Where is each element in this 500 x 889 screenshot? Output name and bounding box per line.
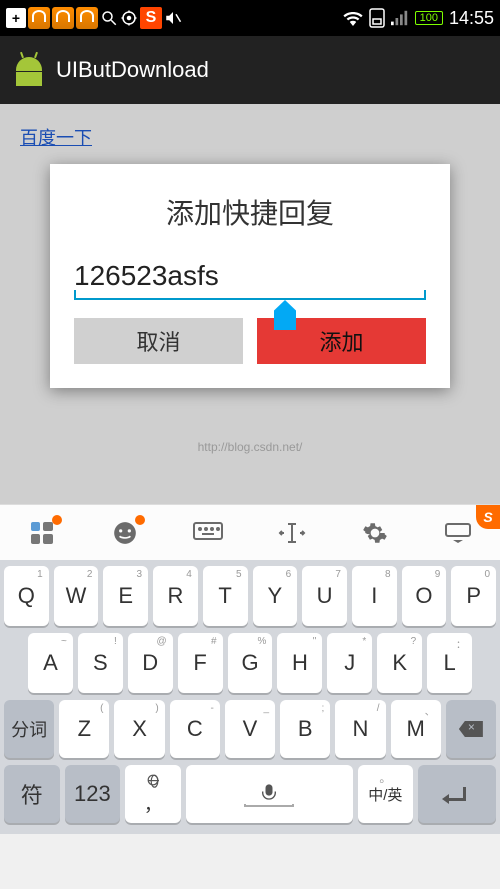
key-s[interactable]: !S [78,633,123,693]
sim-icon [369,8,385,28]
key-c[interactable]: -C [170,700,220,758]
key-e[interactable]: 3E [103,566,148,626]
key-comma[interactable]: ， [125,765,181,823]
app-icon [14,55,44,85]
battery-indicator: 100 [415,11,443,25]
content-area: 百度一下 http://blog.csdn.net/ 添加快捷回复 取消 添加 [0,104,500,504]
key-numbers[interactable]: 123 [65,765,121,823]
key-t[interactable]: 5T [203,566,248,626]
key-d[interactable]: @D [128,633,173,693]
key-g[interactable]: %G [228,633,273,693]
mute-icon [164,9,182,27]
key-a[interactable]: ~A [28,633,73,693]
ime-apps-icon[interactable] [26,517,58,549]
search-icon [100,9,118,27]
status-right-icons: 100 14:55 [343,8,494,29]
key-j[interactable]: *J [327,633,372,693]
key-z[interactable]: (Z [59,700,109,758]
key-u[interactable]: 7U [302,566,347,626]
key-h[interactable]: "H [277,633,322,693]
key-x[interactable]: )X [114,700,164,758]
dialog: 添加快捷回复 取消 添加 [50,164,450,388]
clock: 14:55 [449,8,494,29]
uc-browser-icon [28,7,50,29]
uc-browser-icon [76,7,98,29]
ime-settings-icon[interactable] [359,517,391,549]
key-p[interactable]: 0P [451,566,496,626]
input-wrapper [74,260,426,300]
sogou-badge-icon[interactable]: S [476,505,500,529]
ime-toolbar: S [0,504,500,560]
key-l[interactable]: ：L [427,633,472,693]
key-symbols[interactable]: 符 [4,765,60,823]
key-lang-switch[interactable]: 。中/英 [358,765,414,823]
ime-hide-icon[interactable] [442,517,474,549]
status-bar: + S 100 14:55 [0,0,500,36]
wifi-icon [343,10,363,26]
key-n[interactable]: /N [335,700,385,758]
cancel-button[interactable]: 取消 [74,318,243,364]
dialog-title: 添加快捷回复 [74,192,426,232]
key-r[interactable]: 4R [153,566,198,626]
key-space[interactable] [186,765,353,823]
ime-emoji-icon[interactable] [109,517,141,549]
text-cursor-handle[interactable] [274,300,296,330]
key-enter[interactable] [418,765,496,823]
key-分词[interactable]: 分词 [4,700,54,758]
plus-icon: + [6,8,26,28]
key-v[interactable]: _V [225,700,275,758]
watermark: http://blog.csdn.net/ [0,440,500,454]
ime-keyboard-icon[interactable] [192,517,224,549]
action-bar: UIButDownload [0,36,500,104]
key-backspace[interactable] [446,700,496,758]
key-y[interactable]: 6Y [253,566,298,626]
signal-icon [391,10,409,26]
sogou-icon: S [140,7,162,29]
key-i[interactable]: 8I [352,566,397,626]
uc-browser-icon [52,7,74,29]
quick-reply-input[interactable] [74,260,426,292]
baidu-link[interactable]: 百度一下 [20,128,92,148]
key-o[interactable]: 9O [402,566,447,626]
location-icon [120,9,138,27]
key-q[interactable]: 1Q [4,566,49,626]
key-b[interactable]: ;B [280,700,330,758]
key-f[interactable]: #F [178,633,223,693]
key-m[interactable]: 、M [391,700,441,758]
key-w[interactable]: 2W [54,566,99,626]
key-k[interactable]: ?K [377,633,422,693]
keyboard: 1Q2W3E4R5T6Y7U8I9O0P ~A!S@D#F%G"H*J?K：L … [0,560,500,834]
status-left-icons: + S [6,7,182,29]
app-title: UIButDownload [56,57,209,83]
ime-cursor-icon[interactable] [276,517,308,549]
